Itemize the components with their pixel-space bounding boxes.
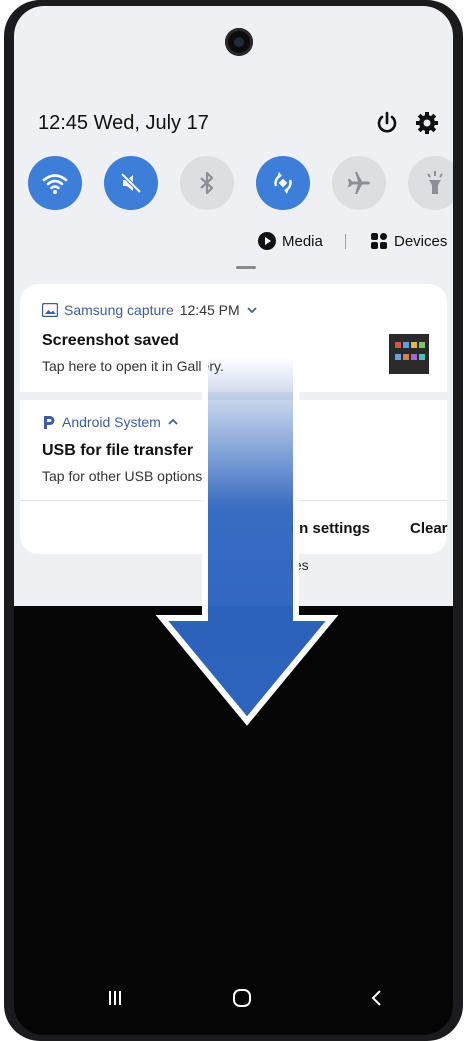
bluetooth-toggle[interactable] — [180, 156, 234, 210]
sound-toggle[interactable] — [104, 156, 158, 210]
drag-handle[interactable] — [236, 266, 256, 269]
devices-button[interactable]: Devices — [370, 232, 447, 250]
back-icon[interactable] — [362, 983, 392, 1013]
devices-grid-icon — [371, 233, 387, 249]
faded-text: tes — [290, 557, 309, 573]
play-icon — [258, 232, 276, 250]
mute-icon — [120, 172, 142, 194]
actions-divider — [20, 500, 447, 501]
wifi-icon — [42, 174, 68, 194]
home-icon[interactable] — [227, 983, 257, 1013]
devices-label: Devices — [394, 232, 448, 250]
notification-usb[interactable]: Android System USB for file transfer Tap… — [20, 400, 447, 554]
phone-frame: 12:45 Wed, July 17 Media Devices Samsung… — [4, 0, 463, 1041]
notification-title: USB for file transfer — [42, 442, 194, 459]
airplane-toggle[interactable] — [332, 156, 386, 210]
screen: 12:45 Wed, July 17 Media Devices Samsung… — [14, 6, 453, 1035]
chevron-up-icon[interactable] — [167, 417, 179, 427]
notification-settings-button[interactable]: on settings — [290, 520, 370, 537]
notification-header: Android System — [42, 414, 179, 430]
notification-title: Screenshot saved — [42, 332, 179, 349]
power-icon[interactable] — [374, 110, 400, 136]
front-camera — [225, 28, 253, 56]
android-system-icon — [44, 416, 55, 429]
app-name: Android System — [62, 414, 161, 430]
chevron-down-icon[interactable] — [246, 305, 258, 315]
screenshot-thumbnail — [389, 334, 429, 374]
notification-screenshot[interactable]: Samsung capture 12:45 PM Screenshot save… — [20, 284, 447, 392]
media-devices-divider — [345, 234, 346, 249]
notification-text: Tap here to open it in Gallery. — [42, 358, 224, 374]
notification-header: Samsung capture 12:45 PM — [42, 302, 258, 318]
settings-gear-icon[interactable] — [414, 110, 440, 136]
airplane-icon — [348, 172, 370, 194]
rotate-icon — [274, 172, 292, 194]
clear-button[interactable]: Clear — [410, 520, 448, 537]
auto-rotate-toggle[interactable] — [256, 156, 310, 210]
recents-icon[interactable] — [100, 983, 130, 1013]
notification-text: Tap for other USB options — [42, 468, 203, 484]
flashlight-toggle[interactable] — [408, 156, 453, 210]
gallery-icon — [42, 303, 58, 317]
date-time: 12:45 Wed, July 17 — [38, 112, 209, 134]
flashlight-icon — [427, 171, 443, 194]
navigation-bar — [14, 965, 453, 1035]
app-name: Samsung capture — [64, 302, 174, 318]
media-button[interactable]: Media — [258, 232, 323, 250]
bluetooth-icon — [200, 171, 214, 195]
notification-time: 12:45 PM — [179, 302, 240, 318]
wifi-toggle[interactable] — [28, 156, 82, 210]
media-label: Media — [282, 232, 323, 250]
